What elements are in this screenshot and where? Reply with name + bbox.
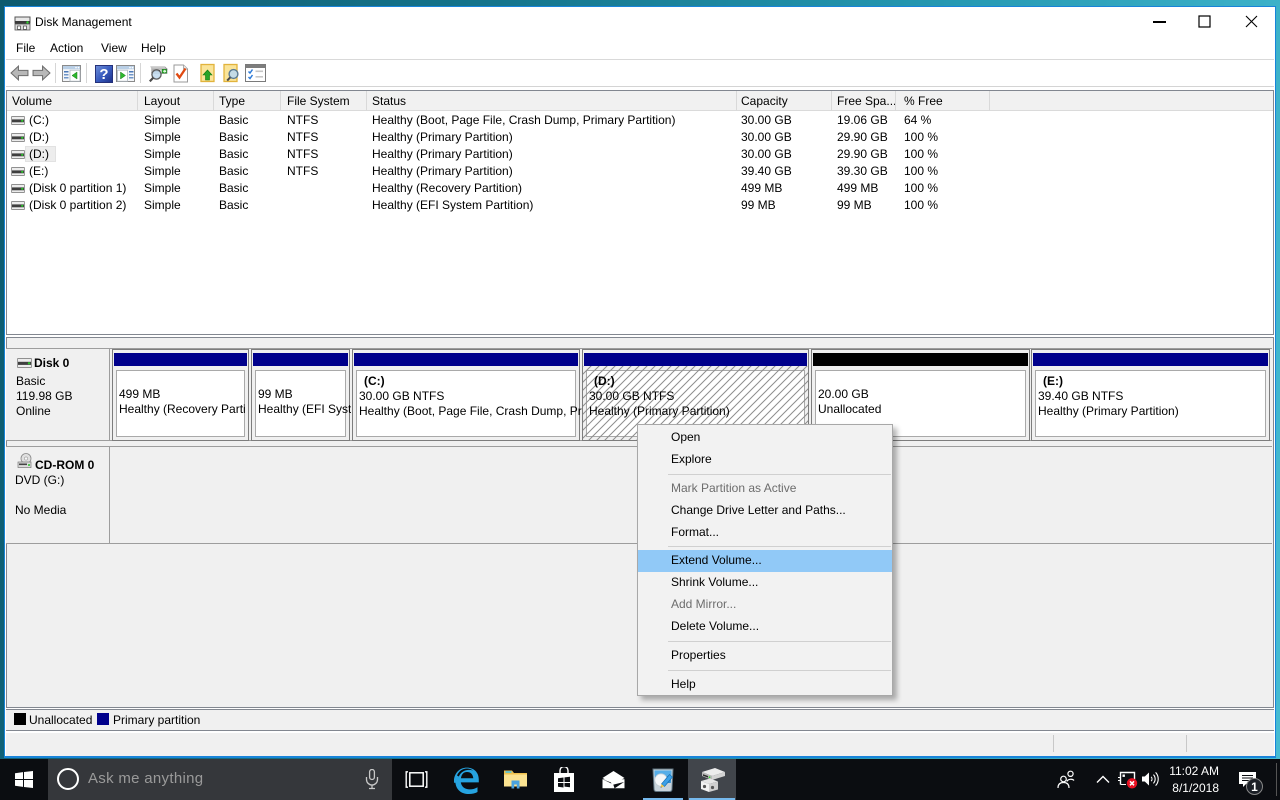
svg-text:1: 1 [1251, 780, 1258, 794]
svg-text:?: ? [99, 66, 108, 83]
